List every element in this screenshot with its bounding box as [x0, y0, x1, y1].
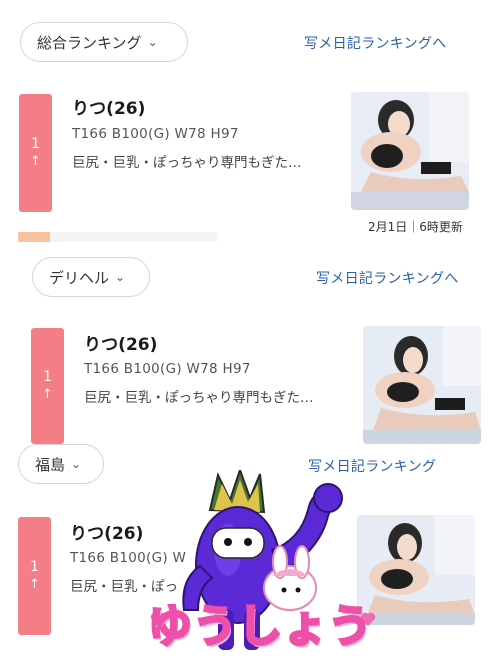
- rank-up-arrow-icon: ↑: [30, 154, 41, 169]
- girl-name[interactable]: りつ(26): [70, 519, 143, 544]
- category-filter-dropdown[interactable]: デリヘル ⌄: [32, 257, 150, 297]
- rank-up-arrow-icon: ↑: [29, 577, 40, 592]
- diary-ranking-link[interactable]: 写メ日記ランキングへ: [316, 268, 459, 288]
- rank-up-arrow-icon: ↑: [42, 387, 53, 402]
- girl-photo[interactable]: [351, 92, 469, 210]
- girl-description: 巨尻・巨乳・ぽっちゃり専門もぎた…: [72, 155, 302, 171]
- next-card-peek: [18, 232, 218, 242]
- girl-stats: T166 B100(G) W78 H97: [72, 126, 239, 142]
- update-timestamp: 2月1日｜6時更新: [368, 220, 463, 234]
- rank-badge: 1 ↑: [31, 328, 64, 444]
- rank-number: 1: [30, 559, 39, 575]
- rank-number: 1: [43, 369, 52, 385]
- diary-ranking-link[interactable]: 写メ日記ランキングへ: [304, 33, 447, 53]
- rank-number: 1: [31, 136, 40, 152]
- category-filter-label: デリヘル: [49, 268, 110, 287]
- chevron-down-icon: ⌄: [147, 35, 158, 49]
- sticker-text: ゆうしょう: [147, 600, 374, 654]
- girl-name[interactable]: りつ(26): [84, 330, 157, 355]
- chevron-down-icon: ⌄: [115, 270, 126, 284]
- chevron-down-icon: ⌄: [71, 457, 82, 471]
- girl-name[interactable]: りつ(26): [72, 94, 145, 119]
- girl-photo[interactable]: [363, 326, 481, 444]
- rank-badge: 1 ↑: [18, 517, 51, 635]
- girl-description: 巨尻・巨乳・ぽっちゃり専門もぎた…: [84, 390, 314, 406]
- area-filter-label: 福島: [35, 455, 66, 474]
- ranking-filter-dropdown[interactable]: 総合ランキング ⌄: [20, 22, 188, 62]
- girl-stats: T166 B100(G) W78 H97: [84, 361, 251, 377]
- rank-badge: 1 ↑: [19, 94, 52, 212]
- area-filter-dropdown[interactable]: 福島 ⌄: [18, 444, 104, 484]
- ranking-filter-label: 総合ランキング: [37, 33, 142, 52]
